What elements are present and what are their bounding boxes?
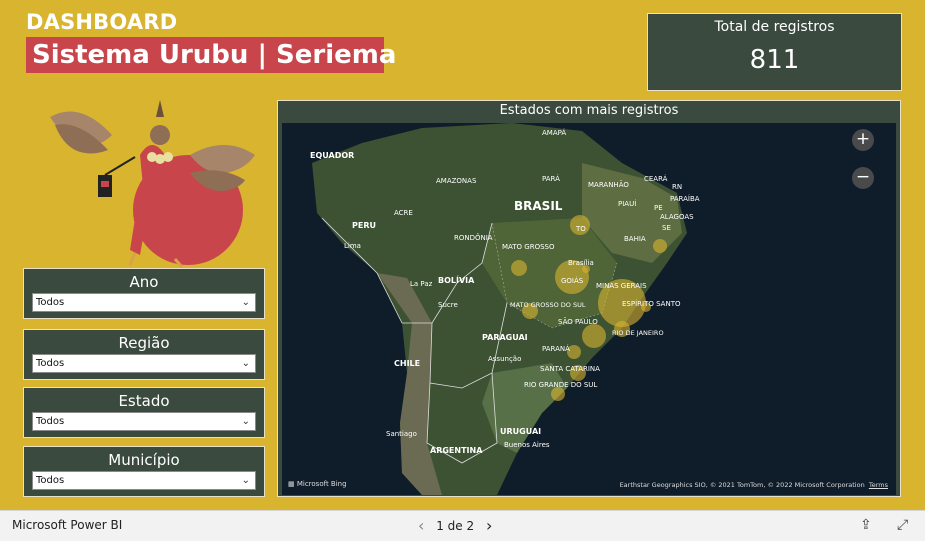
map-provider: Microsoft Bing — [296, 480, 347, 488]
label-piaui: PIAUÍ — [618, 199, 636, 208]
filter-ano-title: Ano — [129, 273, 159, 291]
page-indicator: 1 de 2 — [436, 518, 475, 533]
bubble-bahia — [653, 239, 667, 253]
powerbi-footer: Microsoft Power BI ‹ 1 de 2 › ⇪ ⤢ — [0, 510, 925, 541]
label-parana: PARANÁ — [542, 344, 570, 353]
filter-estado-value: Todos — [36, 416, 65, 427]
label-rio-grande-do-sul: RIO GRANDE DO SUL — [524, 381, 597, 389]
seriema-mascot-illustration — [40, 95, 255, 270]
label-lapaz: La Paz — [410, 280, 433, 288]
label-lima: Lima — [344, 242, 361, 250]
filter-municipio-value: Todos — [36, 475, 65, 486]
chevron-down-icon: ⌄ — [241, 358, 250, 369]
label-brasilia: Brasília — [568, 259, 594, 267]
zoom-in-button[interactable]: + — [852, 129, 874, 151]
label-argentina: ARGENTINA — [430, 446, 483, 455]
bubble-mato-grosso — [511, 260, 527, 276]
label-sucre: Sucre — [438, 301, 458, 309]
filter-estado: Estado Todos ⌄ — [23, 387, 265, 438]
label-se: SE — [662, 224, 671, 232]
label-paraguai: PARAGUAI — [482, 333, 528, 342]
label-amapa: AMAPÁ — [542, 128, 566, 137]
label-alagoas: ALAGOAS — [660, 213, 694, 221]
next-page-button[interactable]: › — [478, 516, 500, 535]
label-chile: CHILE — [394, 359, 420, 368]
filter-municipio-dropdown[interactable]: Todos ⌄ — [32, 471, 256, 490]
dashboard-title: Sistema Urubu | Seriema — [26, 37, 396, 73]
label-paraiba: PARAÍBA — [670, 194, 700, 203]
powerbi-brand: Microsoft Power BI — [12, 518, 123, 532]
dashboard-label: DASHBOARD — [26, 10, 178, 34]
label-santa-catarina: SANTA CATARINA — [540, 365, 600, 373]
filter-estado-title: Estado — [118, 392, 170, 410]
label-rio-de-janeiro: RIO DE JANEIRO — [612, 329, 664, 337]
chevron-down-icon: ⌄ — [241, 297, 250, 308]
label-amazonas: AMAZONAS — [436, 177, 477, 185]
filter-ano: Ano Todos ⌄ — [23, 268, 265, 319]
terms-link[interactable]: Terms — [869, 481, 888, 489]
label-ceara: CEARÁ — [644, 174, 668, 183]
filter-municipio-title: Município — [108, 451, 180, 469]
label-espirito-santo: ESPÍRITO SANTO — [622, 299, 681, 308]
filter-regiao-value: Todos — [36, 358, 65, 369]
label-uruguai: URUGUAI — [500, 427, 541, 436]
map-attribution: Earthstar Geographics SIO, © 2021 TomTom… — [620, 481, 888, 489]
label-bolivia: BOLÍVIA — [438, 274, 475, 285]
filter-municipio: Município Todos ⌄ — [23, 446, 265, 497]
chevron-down-icon: ⌄ — [241, 416, 250, 427]
label-brasil: BRASIL — [514, 199, 563, 213]
chevron-down-icon: ⌄ — [241, 475, 250, 486]
attribution-text: Earthstar Geographics SIO, © 2021 TomTom… — [619, 481, 865, 489]
page-navigator: ‹ 1 de 2 › — [410, 516, 500, 535]
label-santiago: Santiago — [386, 430, 417, 438]
label-minas-gerais: MINAS GERAIS — [596, 282, 647, 290]
label-ms: MATO GROSSO DO SUL — [510, 301, 586, 309]
bubble-sao-paulo — [582, 324, 606, 348]
label-rn: RN — [672, 183, 682, 191]
label-rondonia: RONDÔNIA — [454, 233, 493, 242]
label-para: PARÁ — [542, 174, 560, 183]
previous-page-button[interactable]: ‹ — [410, 516, 432, 535]
kpi-value: 811 — [749, 45, 800, 75]
label-peru: PERU — [352, 221, 376, 230]
label-pe: PE — [654, 204, 663, 212]
label-bahia: BAHIA — [624, 235, 646, 243]
map-canvas[interactable]: EQUADOR PERU Lima BOLÍVIA La Paz Sucre C… — [282, 123, 896, 495]
bubble-rio-grande-do-sul — [551, 387, 565, 401]
kpi-title: Total de registros — [714, 19, 835, 35]
filter-regiao: Região Todos ⌄ — [23, 329, 265, 380]
filter-regiao-title: Região — [118, 334, 170, 352]
filter-ano-dropdown[interactable]: Todos ⌄ — [32, 293, 256, 312]
label-maranhao: MARANHÃO — [588, 180, 629, 189]
label-equador: EQUADOR — [310, 151, 354, 160]
label-acre: ACRE — [394, 209, 413, 217]
filter-regiao-dropdown[interactable]: Todos ⌄ — [32, 354, 256, 373]
zoom-out-button[interactable]: − — [852, 167, 874, 189]
map-visual: Estados com mais registros EQUADOR PERU … — [277, 100, 901, 497]
label-sao-paulo: SÃO PAULO — [558, 317, 598, 326]
map-title: Estados com mais registros — [499, 103, 679, 118]
total-records-card[interactable]: Total de registros 811 — [647, 13, 902, 91]
filter-estado-dropdown[interactable]: Todos ⌄ — [32, 412, 256, 431]
label-buenos-aires: Buenos Aires — [504, 441, 550, 449]
filter-ano-value: Todos — [36, 297, 65, 308]
label-to: TO — [575, 225, 586, 233]
fullscreen-icon[interactable]: ⤢ — [897, 517, 908, 533]
label-assuncao: Assunção — [488, 355, 521, 363]
label-mato-grosso: MATO GROSSO — [502, 243, 555, 251]
label-goias: GOIÁS — [561, 276, 584, 285]
share-icon[interactable]: ⇪ — [860, 517, 872, 533]
bing-logo: ▦ Microsoft Bing — [288, 480, 347, 488]
